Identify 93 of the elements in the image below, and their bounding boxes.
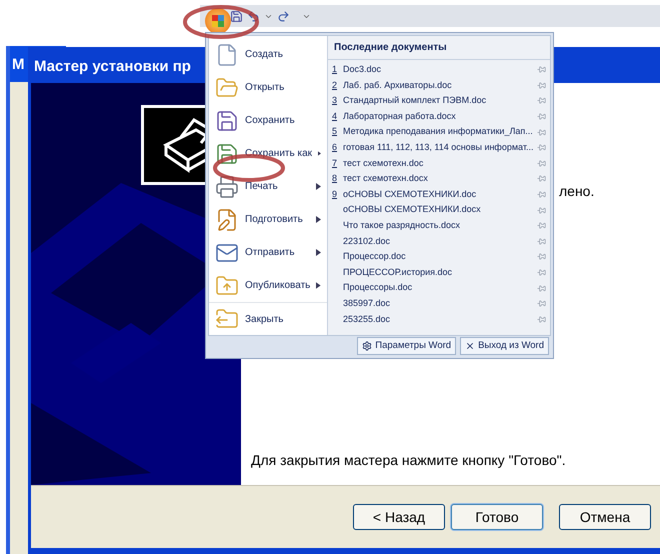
recent-document-item[interactable]: 223102.doc — [328, 234, 550, 250]
item-number: 1 — [332, 64, 338, 74]
document-name: 385997.doc — [343, 296, 392, 310]
recent-documents-heading: Последние документы — [328, 36, 550, 60]
submenu-arrow-icon — [318, 150, 321, 157]
document-name: Стандартный комплект ПЭВМ.doc — [343, 94, 488, 108]
menu-command[interactable]: Отправить — [209, 236, 327, 269]
recent-document-item[interactable]: ПРОЦЕССОР.история.doc — [328, 264, 550, 280]
save-icon[interactable] — [230, 10, 243, 22]
menu-command[interactable]: Подготовить — [209, 203, 327, 236]
pin-icon[interactable] — [537, 174, 546, 184]
close-icon — [465, 341, 476, 351]
pin-icon[interactable] — [537, 268, 546, 278]
pin-icon[interactable] — [537, 284, 546, 293]
recent-document-item[interactable]: 6 готовая 111, 112, 113, 114 основы информат... — [328, 140, 550, 156]
pin-icon[interactable] — [537, 80, 546, 90]
document-name: 223102.doc — [343, 234, 392, 248]
item-number: 3 — [332, 95, 338, 106]
redo-icon[interactable] — [277, 10, 290, 22]
item-number: 8 — [332, 173, 338, 184]
recent-document-item[interactable]: 9 оСНОВЫ СХЕМОТЕХНИКИ.doc — [328, 186, 550, 202]
menu-footer-button[interactable]: Выход из Word — [460, 337, 549, 355]
pin-icon[interactable] — [537, 143, 546, 152]
item-number: 5 — [332, 126, 338, 136]
item-number: 4 — [332, 110, 338, 121]
pin-icon[interactable] — [537, 96, 546, 106]
undo-icon[interactable] — [247, 10, 260, 22]
office-logo-icon — [211, 14, 225, 28]
pin-icon[interactable] — [537, 128, 546, 137]
recent-document-item[interactable]: 3 Стандартный комплект ПЭВМ.doc — [328, 93, 550, 109]
wizard-text: лено. — [559, 182, 594, 201]
floppy-disk-pencil-icon — [215, 142, 239, 166]
wizard-button[interactable]: Отмена — [559, 504, 651, 530]
recent-document-item[interactable]: 253255.doc — [328, 312, 550, 328]
menu-command[interactable]: Печать — [209, 170, 327, 203]
pin-icon[interactable] — [537, 221, 546, 230]
pin-icon[interactable] — [537, 112, 546, 122]
recent-document-item[interactable]: 385997.doc — [328, 296, 550, 312]
document-name: Процессор.doc — [343, 250, 407, 264]
document-name: готовая 111, 112, 113, 114 основы информат... — [343, 141, 534, 154]
pin-icon[interactable] — [537, 236, 546, 246]
recent-document-item[interactable]: 4 Лабораторная работа.docx — [328, 108, 550, 124]
settings-icon — [362, 341, 372, 351]
recent-document-item[interactable]: Процессор.doc — [328, 249, 550, 265]
item-number: 2 — [332, 80, 338, 90]
submenu-arrow-icon — [316, 282, 321, 289]
submenu-arrow-icon — [316, 183, 321, 190]
document-name: тест схемотехн.doc — [343, 156, 424, 170]
recent-document-item[interactable]: Процессоры.doc — [328, 280, 550, 296]
item-number: 6 — [332, 142, 338, 152]
folder-icon — [215, 274, 239, 298]
submenu-arrow-icon — [316, 249, 321, 256]
pin-icon[interactable] — [537, 158, 546, 168]
recent-document-item[interactable]: 2 Лаб. раб. Архиваторы.doc — [328, 78, 550, 94]
recent-document-item[interactable]: 1 Doc3.doc — [328, 62, 550, 78]
menu-command[interactable]: Сохранить как — [209, 137, 327, 170]
recent-document-item[interactable]: 5 Методика преподавания информатики_Лап... — [328, 124, 550, 140]
item-number: 7 — [332, 158, 338, 168]
menu-command[interactable]: Сохранить — [209, 104, 327, 137]
pin-icon[interactable] — [537, 314, 546, 324]
document-name: Процессоры.doc — [343, 281, 414, 294]
document-name: Методика преподавания информатики_Лап... — [343, 125, 534, 138]
wizard-text: Для закрытия мастера нажмите кнопку "Готово". — [251, 451, 567, 470]
pin-icon[interactable] — [537, 299, 546, 308]
recent-document-item[interactable]: оСНОВЫ СХЕМОТЕХНИКИ.docx — [328, 202, 550, 218]
document-name: тест схемотехн.docx — [343, 172, 429, 186]
window-title: Мастер установки пр — [34, 58, 191, 75]
recent-document-item[interactable]: Что такое разрядность.docx — [328, 218, 550, 234]
document-name: оСНОВЫ СХЕМОТЕХНИКИ.doc — [343, 188, 478, 201]
window-title-text: М — [12, 56, 24, 73]
pin-icon[interactable] — [537, 206, 546, 215]
item-number: 9 — [332, 188, 338, 199]
menu-command[interactable]: Опубликовать — [209, 269, 327, 302]
recent-document-item[interactable]: 8 тест схемотехн.docx — [328, 171, 550, 187]
folder-icon — [215, 307, 239, 331]
document-name: оСНОВЫ СХЕМОТЕХНИКИ.docx — [343, 203, 482, 216]
wizard-button[interactable]: Готово — [451, 504, 543, 530]
document-name: Doc3.doc — [343, 63, 382, 76]
submenu-arrow-icon — [316, 216, 321, 223]
document-name: Лаб. раб. Архиваторы.doc — [343, 78, 453, 92]
menu-footer-button[interactable]: Параметры Word — [357, 337, 456, 355]
menu-command[interactable]: Создать — [209, 38, 327, 71]
document-name: Что такое разрядность.docx — [343, 218, 461, 232]
folder-icon — [215, 76, 239, 100]
pin-icon[interactable] — [537, 190, 546, 200]
pin-icon[interactable] — [537, 252, 546, 262]
menu-command[interactable]: Открыть — [209, 71, 327, 104]
document-name: Лабораторная работа.docx — [343, 110, 457, 123]
pin-icon[interactable] — [537, 65, 546, 74]
document-name: 253255.doc — [343, 312, 392, 326]
wizard-button[interactable]: < Назад — [353, 504, 445, 530]
recent-document-item[interactable]: 7 тест схемотехн.doc — [328, 156, 550, 172]
document-name: ПРОЦЕССОР.история.doc — [343, 266, 454, 279]
